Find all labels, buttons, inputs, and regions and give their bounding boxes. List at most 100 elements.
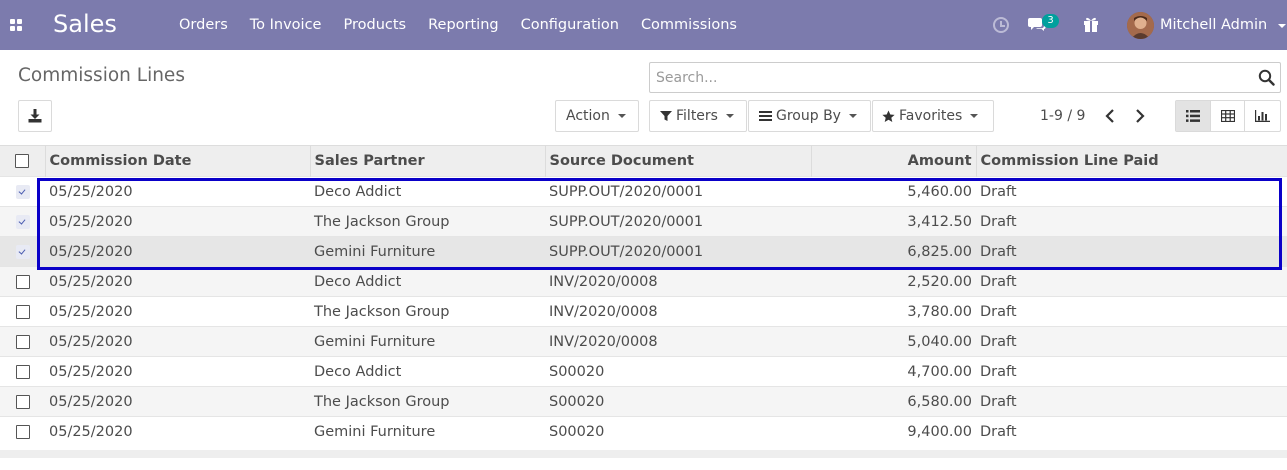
cell-source-document: S00020 <box>549 393 605 410</box>
table-row[interactable]: 05/25/2020 The Jackson Group SUPP.OUT/2020… <box>0 206 1287 237</box>
menu-item-commissions[interactable]: Commissions <box>630 0 748 50</box>
list-view-button[interactable] <box>1176 101 1211 131</box>
cell-amount: 9,400.00 <box>907 423 972 440</box>
column-header-amount[interactable]: Amount <box>811 145 977 177</box>
cell-commission-date: 05/25/2020 <box>49 393 133 410</box>
column-header-source-document[interactable]: Source Document <box>545 145 812 177</box>
row-checkbox-cell[interactable] <box>0 237 45 267</box>
download-icon <box>28 109 42 123</box>
table-row[interactable]: 05/25/2020 The Jackson Group S00020 6,580.0… <box>0 386 1287 417</box>
cell-source-document: S00020 <box>549 423 605 440</box>
bars-icon <box>759 111 772 121</box>
action-label: Action <box>566 108 610 124</box>
cell-commission-date: 05/25/2020 <box>49 243 133 260</box>
cell-source-document: SUPP.OUT/2020/0001 <box>549 243 704 260</box>
cell-sales-partner: The Jackson Group <box>314 393 450 410</box>
select-all-checkbox[interactable] <box>15 154 30 168</box>
search-icon[interactable] <box>1258 69 1275 86</box>
groupby-dropdown-button[interactable]: Group By <box>748 100 871 132</box>
table-row[interactable]: 05/25/2020 Deco Addict S00020 4,700.00 Draft <box>0 356 1287 387</box>
pager-next-icon[interactable] <box>1132 107 1148 125</box>
pager-value[interactable]: 1-9 / 9 <box>1040 108 1085 124</box>
cell-commission-date: 05/25/2020 <box>49 333 133 350</box>
table-row[interactable]: 05/25/2020 Deco Addict SUPP.OUT/2020/0001 5… <box>0 176 1287 207</box>
cell-sales-partner: Gemini Furniture <box>314 423 436 440</box>
view-switcher <box>1175 100 1281 132</box>
pivot-view-button[interactable] <box>1211 101 1246 131</box>
cell-amount: 5,040.00 <box>907 333 972 350</box>
row-checkbox-checked[interactable] <box>15 214 30 229</box>
cell-commission-date: 05/25/2020 <box>49 213 133 230</box>
user-menu-caret-icon[interactable] <box>1278 24 1286 28</box>
filters-dropdown-button[interactable]: Filters <box>649 100 747 132</box>
row-checkbox-cell[interactable] <box>0 297 45 327</box>
message-count-badge: 3 <box>1042 14 1059 28</box>
cell-commission-line-paid: Draft <box>980 213 1017 230</box>
cell-amount: 6,580.00 <box>907 393 972 410</box>
row-checkbox-cell[interactable] <box>0 267 45 297</box>
table-row[interactable]: 05/25/2020 The Jackson Group INV/2020/0008… <box>0 296 1287 327</box>
star-icon <box>882 110 895 122</box>
cell-commission-date: 05/25/2020 <box>49 273 133 290</box>
action-dropdown-button[interactable]: Action <box>555 100 639 132</box>
graph-view-button[interactable] <box>1245 101 1280 131</box>
row-checkbox-cell[interactable] <box>0 207 45 237</box>
cell-sales-partner: The Jackson Group <box>314 303 450 320</box>
menu-item-orders[interactable]: Orders <box>168 0 239 50</box>
select-all-checkbox-cell[interactable] <box>0 145 46 177</box>
pager-previous-icon[interactable] <box>1102 107 1118 125</box>
cell-commission-line-paid: Draft <box>980 303 1017 320</box>
cell-source-document: INV/2020/0008 <box>549 333 658 350</box>
app-name[interactable]: Sales <box>53 10 117 38</box>
row-checkbox[interactable] <box>15 364 30 379</box>
table-row[interactable]: 05/25/2020 Gemini Furniture INV/2020/0008 5… <box>0 326 1287 357</box>
cell-amount: 3,780.00 <box>907 303 972 320</box>
list-view-icon <box>1186 110 1200 122</box>
menu-item-to-invoice[interactable]: To Invoice <box>239 0 333 50</box>
cell-source-document: SUPP.OUT/2020/0001 <box>549 213 704 230</box>
row-checkbox-checked[interactable] <box>15 184 30 199</box>
cell-source-document: SUPP.OUT/2020/0001 <box>549 183 704 200</box>
column-header-sales-partner[interactable]: Sales Partner <box>310 145 546 177</box>
export-download-button[interactable] <box>18 100 52 132</box>
cell-sales-partner: Deco Addict <box>314 363 402 380</box>
search-input[interactable] <box>650 63 1250 92</box>
menu-item-configuration[interactable]: Configuration <box>510 0 630 50</box>
menu-item-reporting[interactable]: Reporting <box>417 0 510 50</box>
column-header-commission-date[interactable]: Commission Date <box>45 145 311 177</box>
cell-amount: 6,825.00 <box>907 243 972 260</box>
main-menu: Orders To Invoice Products Reporting Con… <box>168 0 748 50</box>
row-checkbox-cell[interactable] <box>0 177 45 207</box>
cell-source-document: INV/2020/0008 <box>549 303 658 320</box>
row-checkbox[interactable] <box>15 304 30 319</box>
row-checkbox-cell[interactable] <box>0 387 45 417</box>
row-checkbox[interactable] <box>15 424 30 439</box>
table-row[interactable]: 05/25/2020 Gemini Furniture S00020 9,400.00… <box>0 416 1287 447</box>
column-header-commission-line-paid[interactable]: Commission Line Paid <box>976 146 1287 177</box>
cell-amount: 5,460.00 <box>907 183 972 200</box>
row-checkbox[interactable] <box>15 334 30 349</box>
row-checkbox[interactable] <box>15 394 30 409</box>
menu-item-products[interactable]: Products <box>332 0 417 50</box>
row-checkbox-cell[interactable] <box>0 357 45 387</box>
row-checkbox[interactable] <box>15 274 30 289</box>
favorites-dropdown-button[interactable]: Favorites <box>872 100 994 132</box>
caret-down-icon <box>848 114 857 118</box>
table-header-row: Commission Date Sales Partner Source Doc… <box>0 145 1287 177</box>
apps-menu-icon[interactable] <box>10 19 24 31</box>
cell-amount: 4,700.00 <box>907 363 972 380</box>
user-avatar[interactable] <box>1127 12 1154 39</box>
row-checkbox-cell[interactable] <box>0 327 45 357</box>
commission-lines-table: Commission Date Sales Partner Source Doc… <box>0 145 1287 447</box>
user-name[interactable]: Mitchell Admin <box>1160 0 1267 50</box>
gift-icon[interactable] <box>1083 16 1099 32</box>
filters-label: Filters <box>676 108 718 124</box>
row-checkbox-checked[interactable] <box>15 244 30 259</box>
cell-commission-line-paid: Draft <box>980 243 1017 260</box>
row-checkbox-cell[interactable] <box>0 417 45 447</box>
activity-clock-icon[interactable] <box>993 17 1009 33</box>
table-row[interactable]: 05/25/2020 Deco Addict INV/2020/0008 2,520.… <box>0 266 1287 297</box>
table-row[interactable]: 05/25/2020 Gemini Furniture SUPP.OUT/2020/… <box>0 236 1287 267</box>
cell-commission-line-paid: Draft <box>980 363 1017 380</box>
cell-commission-line-paid: Draft <box>980 333 1017 350</box>
